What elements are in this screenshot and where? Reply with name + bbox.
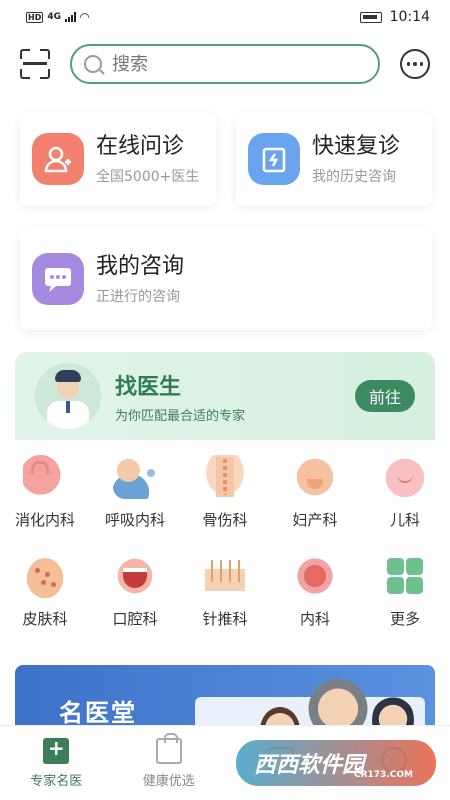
grid-icon: [383, 554, 427, 598]
doctor-cross-icon: [32, 133, 84, 185]
dept-label: 妇产科: [292, 511, 338, 529]
dept-label: 口腔科: [112, 610, 158, 628]
spine-icon: [203, 455, 247, 499]
wifi-icon: ◠: [80, 10, 90, 24]
dept-label: 针推科: [202, 610, 248, 628]
dept-obgyn[interactable]: 妇产科: [270, 455, 360, 530]
find-doctor-title: 找医生: [115, 374, 182, 400]
quick-followup-subtitle: 我的历史咨询: [312, 169, 396, 185]
status-bar: HD 4G ◠ 10:14: [0, 0, 450, 34]
dept-orthopedics[interactable]: 骨伤科: [180, 455, 270, 530]
nav-label: 健康优选: [142, 773, 195, 789]
quick-followup-card[interactable]: 快速复诊 我的历史咨询: [236, 112, 432, 206]
watermark-logo: 西西软件园 CR173.COM: [236, 740, 436, 786]
search-input[interactable]: [112, 53, 312, 75]
find-doctor-banner[interactable]: 找医生 为你匹配最合适的专家 前往: [15, 352, 435, 440]
hand-skin-icon: [23, 554, 67, 598]
mouth-icon: [113, 554, 157, 598]
department-grid: 消化内科 呼吸内科 骨伤科 妇产科 儿科 皮肤科 口腔科 针推科 内科 更多: [0, 455, 450, 629]
nav-experts[interactable]: 专家名医: [0, 726, 113, 800]
dept-label: 呼吸内科: [104, 511, 165, 529]
scan-icon[interactable]: [20, 49, 50, 79]
watermark-brand: 西西软件园: [254, 753, 365, 778]
network-type: 4G: [47, 12, 61, 22]
dept-label: 更多: [389, 610, 420, 628]
my-consult-subtitle: 正进行的咨询: [96, 289, 180, 305]
dept-respiratory[interactable]: 呼吸内科: [90, 455, 180, 530]
hd-indicator: HD: [26, 11, 44, 23]
dept-label: 内科: [299, 610, 330, 628]
dept-dermatology[interactable]: 皮肤科: [0, 554, 90, 629]
dept-internal[interactable]: 内科: [270, 554, 360, 629]
shopping-bag-icon: [155, 732, 182, 764]
message-icon[interactable]: [400, 49, 430, 79]
dept-digestive[interactable]: 消化内科: [0, 455, 90, 530]
dept-label: 骨伤科: [202, 511, 248, 529]
watermark-url: CR173.COM: [354, 770, 413, 780]
medical-kit-icon: [43, 736, 70, 764]
intestine-icon: [293, 554, 337, 598]
baby-icon: [383, 455, 427, 499]
respiratory-icon: [113, 455, 157, 499]
acupuncture-icon: [203, 554, 247, 598]
dept-more[interactable]: 更多: [360, 554, 450, 629]
signal-icon: [65, 12, 76, 22]
my-consult-title: 我的咨询: [96, 254, 185, 279]
record-icon: [248, 133, 300, 185]
status-left: HD 4G ◠: [26, 10, 89, 24]
quick-followup-title: 快速复诊: [312, 134, 401, 159]
dept-label: 儿科: [389, 511, 420, 529]
dept-label: 皮肤科: [22, 610, 68, 628]
nav-health[interactable]: 健康优选: [113, 726, 226, 800]
dept-dental[interactable]: 口腔科: [90, 554, 180, 629]
stomach-icon: [23, 455, 67, 499]
clock: 10:14: [389, 9, 430, 25]
go-button[interactable]: 前往: [355, 380, 415, 412]
dept-label: 消化内科: [14, 511, 75, 529]
search-icon: [84, 55, 102, 73]
my-consult-card[interactable]: 我的咨询 正进行的咨询: [20, 228, 432, 330]
online-consult-subtitle: 全国5000+医生: [96, 169, 200, 185]
famous-banner-title: 名医堂: [59, 699, 137, 727]
dept-pediatrics[interactable]: 儿科: [360, 455, 450, 530]
dept-acupuncture[interactable]: 针推科: [180, 554, 270, 629]
battery-icon: [359, 11, 382, 23]
search-box[interactable]: [70, 44, 380, 84]
status-right: 10:14: [359, 9, 430, 25]
online-consult-title: 在线问诊: [96, 134, 185, 159]
pelvis-icon: [293, 455, 337, 499]
doctor-avatar: [35, 363, 101, 429]
online-consult-card[interactable]: 在线问诊 全国5000+医生: [20, 112, 216, 206]
nav-label: 专家名医: [30, 773, 83, 789]
chat-bubble-icon: [32, 253, 84, 305]
find-doctor-subtitle: 为你匹配最合适的专家: [115, 408, 246, 424]
top-bar: [0, 42, 450, 86]
